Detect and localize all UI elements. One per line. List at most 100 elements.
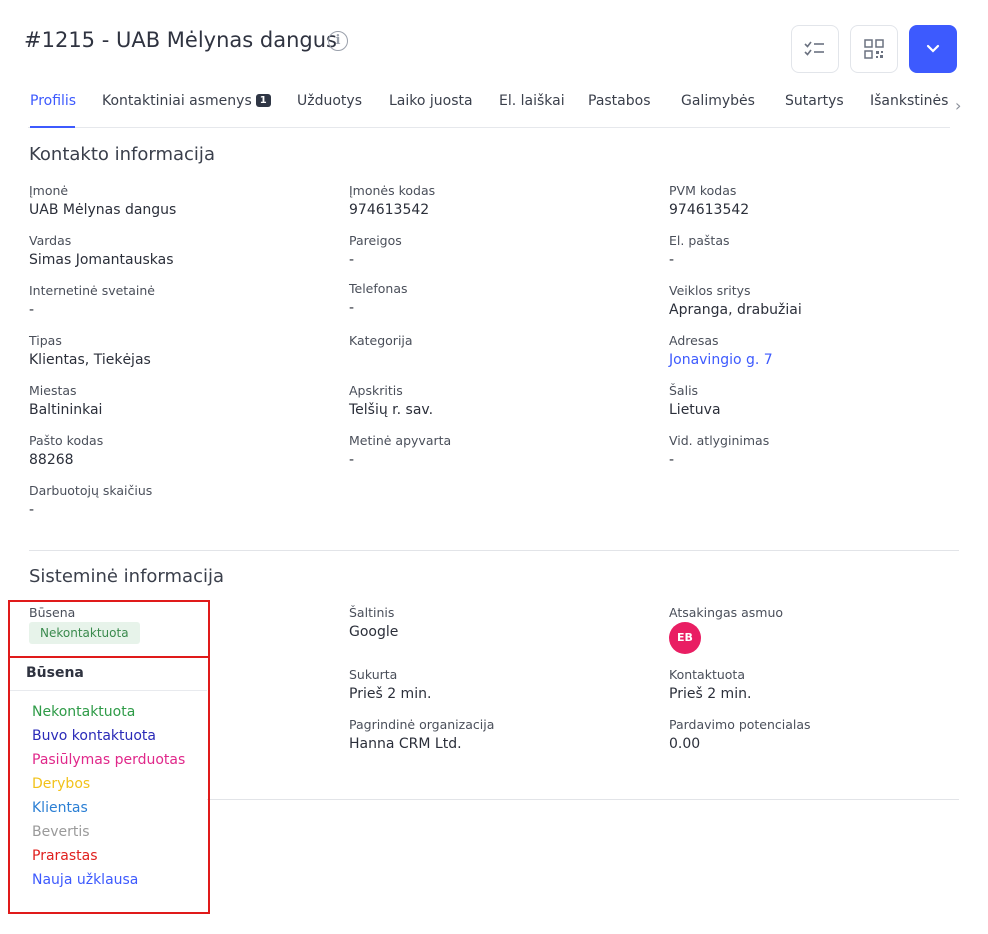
field-value: -	[669, 452, 675, 468]
active-tab-indicator	[30, 126, 75, 128]
field-imone: Įmonė UAB Mėlynas dangus	[29, 183, 329, 218]
field-value: -	[29, 302, 35, 318]
task-checklist-button[interactable]	[791, 25, 839, 73]
system-section-title: Sisteminė informacija	[29, 566, 225, 587]
tab-isankstines[interactable]: Išankstinės	[870, 93, 948, 109]
field-value: Prieš 2 min.	[349, 686, 432, 702]
chevron-right-icon[interactable]: ›	[955, 96, 961, 115]
tabs-divider	[28, 127, 950, 128]
field-salis: Šalis Lietuva	[669, 383, 969, 418]
field-label: Įmonė	[29, 183, 69, 198]
field-telefonas: Telefonas -	[349, 281, 649, 316]
field-label: Apskritis	[349, 383, 403, 398]
field-value: Lietuva	[669, 402, 721, 418]
tab-el-laiskai[interactable]: El. laiškai	[499, 93, 565, 109]
field-atsakingas: Atsakingas asmuo	[669, 605, 969, 620]
field-value: 974613542	[669, 202, 750, 218]
contact-section-title: Kontakto informacija	[29, 144, 215, 165]
field-apskritis: Apskritis Telšių r. sav.	[349, 383, 649, 418]
tab-profilis[interactable]: Profilis	[30, 93, 76, 109]
chevron-down-icon	[926, 44, 940, 53]
field-value: UAB Mėlynas dangus	[29, 202, 177, 218]
field-adresas: Adresas Jonavingio g. 7	[669, 333, 969, 368]
field-label: Telefonas	[349, 281, 408, 296]
field-label: El. paštas	[669, 233, 730, 248]
field-darbuotojai: Darbuotojų skaičius -	[29, 483, 329, 518]
field-label: Internetinė svetainė	[29, 283, 155, 298]
tab-pastabos[interactable]: Pastabos	[588, 93, 651, 109]
field-label: Pardavimo potencialas	[669, 717, 811, 732]
qr-code-button[interactable]	[850, 25, 898, 73]
field-svetaine: Internetinė svetainė -	[29, 283, 329, 318]
field-el-pastas: El. paštas -	[669, 233, 969, 268]
field-value: Google	[349, 624, 399, 640]
tab-label: Kontaktiniai asmenys	[102, 93, 252, 109]
field-label: Sukurta	[349, 667, 398, 682]
field-label: Įmonės kodas	[349, 183, 436, 198]
field-kontaktuota: Kontaktuota Prieš 2 min.	[669, 667, 969, 702]
tab-laiko-juosta[interactable]: Laiko juosta	[389, 93, 473, 109]
address-link[interactable]: Jonavingio g. 7	[669, 352, 969, 368]
field-value: Hanna CRM Ltd.	[349, 736, 462, 752]
field-label: Tipas	[29, 333, 62, 348]
field-potencialas: Pardavimo potencialas 0.00	[669, 717, 969, 752]
avatar[interactable]: EB	[669, 622, 701, 654]
field-kategorija: Kategorija	[349, 333, 649, 352]
field-value: Apranga, drabužiai	[669, 302, 802, 318]
field-pasto-kodas: Pašto kodas 88268	[29, 433, 329, 468]
field-value: Baltininkai	[29, 402, 103, 418]
count-badge: 1	[255, 94, 271, 107]
highlight-box-status	[8, 600, 210, 658]
tab-galimybes[interactable]: Galimybės	[681, 93, 755, 109]
field-label: Darbuotojų skaičius	[29, 483, 153, 498]
field-label: Kategorija	[349, 333, 413, 348]
section-divider	[29, 550, 959, 551]
field-pvm-kodas: PVM kodas 974613542	[669, 183, 969, 218]
field-label: PVM kodas	[669, 183, 737, 198]
field-value: -	[349, 300, 355, 316]
field-organizacija: Pagrindinė organizacija Hanna CRM Ltd.	[349, 717, 649, 752]
field-value: Klientas, Tiekėjas	[29, 352, 151, 368]
field-apyvarta: Metinė apyvarta -	[349, 433, 649, 468]
field-value: Telšių r. sav.	[349, 402, 434, 418]
field-veiklos-sritys: Veiklos sritys Apranga, drabužiai	[669, 283, 969, 318]
field-label: Kontaktuota	[669, 667, 745, 682]
field-value: -	[669, 252, 675, 268]
field-value: Prieš 2 min.	[669, 686, 752, 702]
field-label: Miestas	[29, 383, 77, 398]
field-label: Vid. atlyginimas	[669, 433, 770, 448]
field-value: Simas Jomantauskas	[29, 252, 174, 268]
tab-bar: Profilis Kontaktiniai asmenys 1 Užduotys …	[0, 82, 988, 128]
field-atlyginimas: Vid. atlyginimas -	[669, 433, 969, 468]
highlight-box-dropdown	[8, 656, 210, 914]
field-sukurta: Sukurta Prieš 2 min.	[349, 667, 649, 702]
field-label: Atsakingas asmuo	[669, 605, 784, 620]
more-actions-button[interactable]	[909, 25, 957, 73]
qr-code-icon	[864, 39, 884, 59]
page-title: #1215 - UAB Mėlynas dangus	[24, 28, 337, 52]
field-value: -	[349, 452, 355, 468]
field-value: 88268	[29, 452, 74, 468]
field-label: Vardas	[29, 233, 72, 248]
field-value: 974613542	[349, 202, 430, 218]
info-circle-icon[interactable]: i	[328, 31, 348, 51]
field-value: -	[29, 502, 35, 518]
field-value: -	[349, 252, 355, 268]
field-label: Šalis	[669, 383, 699, 398]
tab-uzduotys[interactable]: Užduotys	[297, 93, 362, 109]
field-vardas: Vardas Simas Jomantauskas	[29, 233, 329, 268]
field-pareigos: Pareigos -	[349, 233, 649, 268]
field-tipas: Tipas Klientas, Tiekėjas	[29, 333, 329, 368]
checklist-icon	[804, 41, 824, 56]
field-label: Pagrindinė organizacija	[349, 717, 495, 732]
field-saltinis: Šaltinis Google	[349, 605, 649, 640]
field-label: Šaltinis	[349, 605, 395, 620]
field-imones-kodas: Įmonės kodas 974613542	[349, 183, 649, 218]
field-label: Metinė apyvarta	[349, 433, 452, 448]
field-label: Pašto kodas	[29, 433, 104, 448]
tab-sutartys[interactable]: Sutartys	[785, 93, 844, 109]
field-value: 0.00	[669, 736, 701, 752]
tab-kontaktiniai-asmenys[interactable]: Kontaktiniai asmenys 1	[102, 93, 271, 109]
field-miestas: Miestas Baltininkai	[29, 383, 329, 418]
field-label: Adresas	[669, 333, 719, 348]
